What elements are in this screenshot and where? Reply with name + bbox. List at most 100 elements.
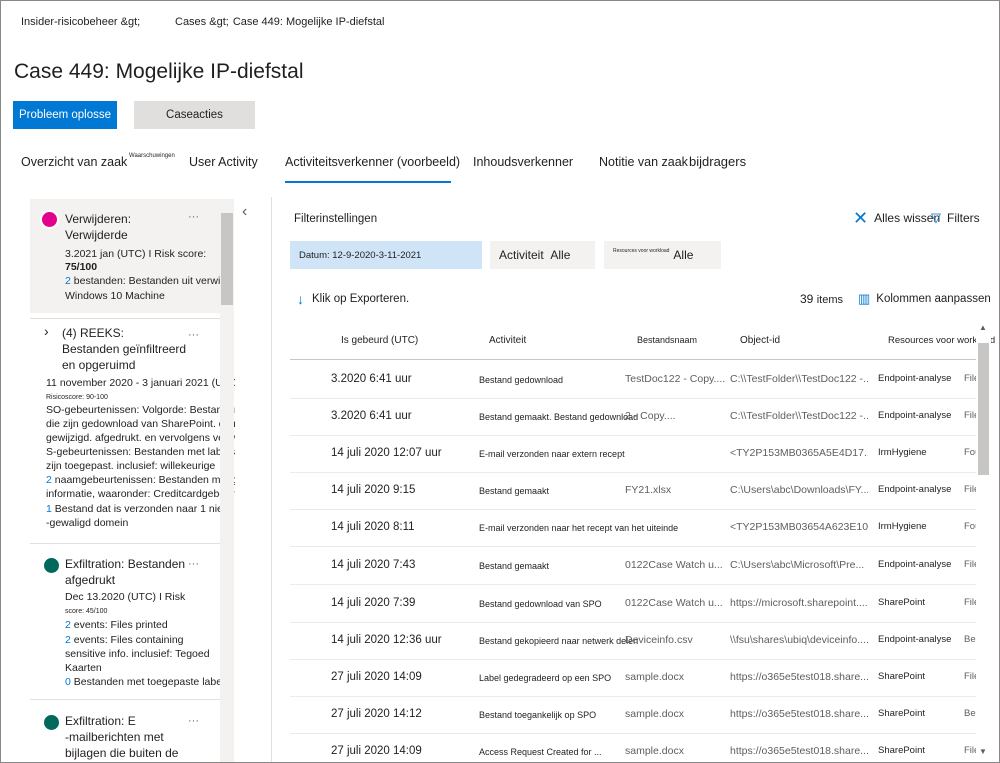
timeline-scrollbar-thumb[interactable] — [221, 213, 233, 305]
cell-activity: Label gedegradeerd op een SPO — [479, 673, 612, 683]
cell-object-id: https://microsoft.sharepoint.... — [730, 597, 868, 609]
timeline-scrollbar[interactable] — [220, 199, 234, 762]
card-divider — [30, 318, 220, 319]
card-title-line: Verwijderde — [65, 228, 128, 242]
cell-activity: Bestand gemaakt. Bestand gedownload — [479, 412, 639, 422]
table-row[interactable]: 27 juli 2020 14:12 Bestand toegankelijk o… — [290, 697, 990, 734]
more-options-icon[interactable]: ··· — [188, 329, 199, 342]
more-options-icon[interactable]: ··· — [188, 558, 199, 571]
filters-button[interactable]: ▽ Filters — [931, 210, 980, 226]
table-row[interactable]: 14 juli 2020 12:36 uur Bestand gekopieerd… — [290, 623, 990, 660]
date-filter[interactable]: Datum: 12-9-2020-3-11-2021 — [290, 241, 482, 269]
card-divider — [30, 699, 220, 700]
resolve-button[interactable]: Probleem oplosse — [13, 101, 117, 129]
page-title: Case 449: Mogelijke IP-diefstal — [14, 60, 304, 83]
table-scrollbar-thumb[interactable] — [978, 343, 989, 475]
cell-activity: E-mail verzonden naar extern recept — [479, 449, 625, 459]
table-row[interactable]: 14 juli 2020 7:43 Bestand gemaakt 0122Case… — [290, 548, 979, 585]
cell-object-id: https://o365e5test018.share... — [730, 745, 868, 757]
card-sequence-line: informatie, waaronder: Creditcardgebeurt… — [46, 488, 235, 500]
table-row[interactable]: 14 juli 2020 12:07 uur E-mail verzonden n… — [290, 436, 983, 473]
activity-filter-value: Alle — [550, 248, 571, 262]
tab-content-explorer[interactable]: Inhoudsverkenner — [473, 155, 573, 169]
columns-icon: ▥ — [858, 291, 871, 306]
cell-happened: 14 juli 2020 7:39 — [331, 597, 416, 609]
case-actions-button[interactable]: Caseacties — [134, 101, 255, 129]
card-divider — [30, 543, 220, 544]
customize-columns-button[interactable]: ▥ Kolommen aanpassen — [858, 291, 991, 307]
cell-workload: SharePoint — [878, 708, 926, 719]
timeline-card[interactable]: Verwijderen: Verwijderde ··· 3.2021 jan … — [30, 199, 235, 313]
table-row[interactable]: 27 juli 2020 14:09 Access Request Created… — [290, 734, 979, 762]
items-count-number: 39 — [800, 292, 814, 306]
table-row[interactable]: 3.2020 6:41 uur Bestand gedownload TestDoc… — [290, 362, 979, 399]
table-row[interactable]: 14 juli 2020 7:39 Bestand gedownload van … — [290, 586, 979, 623]
activity-timeline: Verwijderen: Verwijderde ··· 3.2021 jan … — [30, 199, 235, 762]
timeline-card[interactable]: › (4) REEKS: Bestanden geïnfiltreerd en … — [30, 323, 235, 541]
workload-filter-value: Alle — [673, 248, 694, 262]
tab-activity-explorer[interactable]: Activiteitsverkenner (voorbeeld) — [285, 155, 460, 169]
table-row[interactable]: 3.2020 6:41 uur Bestand gemaakt. Bestand … — [290, 399, 979, 436]
card-risk-score: score: 45/100 — [65, 608, 108, 615]
tab-user-activity[interactable]: User Activity — [189, 155, 258, 169]
tab-alerts[interactable]: Waarschuwingen — [129, 153, 175, 169]
tab-contributors[interactable]: bijdragers — [689, 154, 746, 169]
activity-filter[interactable]: Activiteit Alle — [490, 241, 595, 269]
tab-bar: Overzicht van zaak Waarschuwingen User A… — [1, 153, 999, 187]
table-row[interactable]: 14 juli 2020 9:15 Bestand gemaakt FY21.xls… — [290, 473, 979, 510]
customize-columns-label: Kolommen aanpassen — [876, 293, 991, 305]
scroll-down-icon[interactable]: ▼ — [979, 747, 987, 756]
card-sequence-line: 1 Bestand dat is verzonden naar 1 niet — [46, 503, 226, 516]
tab-case-overview[interactable]: Overzicht van zaak — [21, 155, 127, 169]
card-title-line: bijlagen die buiten de — [65, 746, 179, 760]
card-date-range: 11 november 2020 - 3 januari 2021 (UTC) … — [46, 377, 235, 389]
timeline-card[interactable]: Exfiltration: E -mailberichten met bijla… — [30, 711, 220, 762]
cell-workload: Endpoint-analyse — [878, 559, 952, 570]
cell-workload: Endpoint-analyse — [878, 373, 952, 384]
cell-activity: Bestand gemaakt — [479, 561, 550, 571]
column-header-activity[interactable]: Activiteit — [489, 335, 526, 346]
clear-all-button[interactable]: ✕ Alles wissen — [853, 209, 940, 227]
event-count: 2 — [65, 619, 71, 631]
card-device: Windows 10 Machine — [65, 290, 165, 302]
workload-resources-filter[interactable]: Resources voor workload Alle — [604, 241, 721, 269]
column-header-happened[interactable]: Is gebeurd (UTC) — [341, 335, 418, 346]
breadcrumb-item-cases[interactable]: Cases &gt; — [175, 16, 229, 28]
column-header-filename[interactable]: Bestandsnaam — [637, 335, 697, 345]
event-description: events: Files printed — [73, 619, 168, 631]
tab-case-notes[interactable]: Notitie van zaak — [599, 155, 688, 169]
card-event-line: Kaarten — [65, 662, 102, 674]
cell-activity: E-mail verzonden naar het recept van het… — [479, 523, 679, 533]
timeline-card[interactable]: Exfiltration: Bestanden afgedrukt ··· De… — [30, 554, 230, 694]
export-button[interactable]: ↓ Klik op Exporteren. — [297, 291, 409, 307]
event-count: 1 — [46, 503, 52, 515]
card-date-score: Dec 13.2020 (UTC) I Risk — [65, 591, 186, 603]
cell-activity: Bestand gedownload van SPO — [479, 599, 602, 609]
card-event-line: 0 Bestanden met toegepaste labels — [65, 676, 230, 689]
card-sequence-line: gewijzigd. afgedrukt. en vervolgens verw… — [46, 432, 235, 444]
card-title-line: en opgeruimd — [62, 358, 136, 372]
cell-object-id: C:\Users\abc\Downloads\FY... — [730, 484, 868, 496]
card-title-line: (4) REEKS: — [62, 326, 125, 340]
cell-object-id: <TY2P153MB0365A5E4D17... — [730, 447, 868, 459]
table-scrollbar[interactable]: ▲ ▼ — [976, 321, 991, 762]
table-row[interactable]: 14 juli 2020 8:11 E-mail verzonden naar h… — [290, 510, 983, 547]
card-sequence-line: SO-gebeurtenissen: Volgorde: Bestanden — [46, 404, 235, 416]
card-sequence-line: zijn toegepast. inclusief: willekeurige — [46, 460, 216, 472]
column-header-object-id[interactable]: Object-id — [740, 335, 780, 346]
event-description: bestanden: Bestanden uit verwijderd — [73, 275, 235, 287]
table-row[interactable]: 27 juli 2020 14:09 Label gedegradeerd op … — [290, 660, 979, 697]
collapse-panel-icon[interactable]: ‹ — [242, 203, 247, 221]
breadcrumb-item-insider-risk[interactable]: Insider-risicobeheer &gt; — [21, 16, 175, 28]
card-risk-score: Risicoscore: 90-100 — [46, 394, 108, 401]
cell-filename: 0122Case Watch u... — [625, 597, 723, 609]
chevron-right-icon[interactable]: › — [44, 324, 49, 338]
more-options-icon[interactable]: ··· — [188, 211, 199, 224]
cell-filename: 2 - Copy.... — [625, 410, 676, 422]
cell-workload: Endpoint-analyse — [878, 634, 952, 645]
cell-happened: 27 juli 2020 14:12 — [331, 708, 422, 720]
scroll-up-icon[interactable]: ▲ — [979, 323, 987, 332]
event-description: Bestanden met toegepaste labels — [73, 676, 230, 688]
cell-object-id: https://o365e5test018.share... — [730, 671, 868, 683]
more-options-icon[interactable]: ··· — [188, 715, 199, 728]
